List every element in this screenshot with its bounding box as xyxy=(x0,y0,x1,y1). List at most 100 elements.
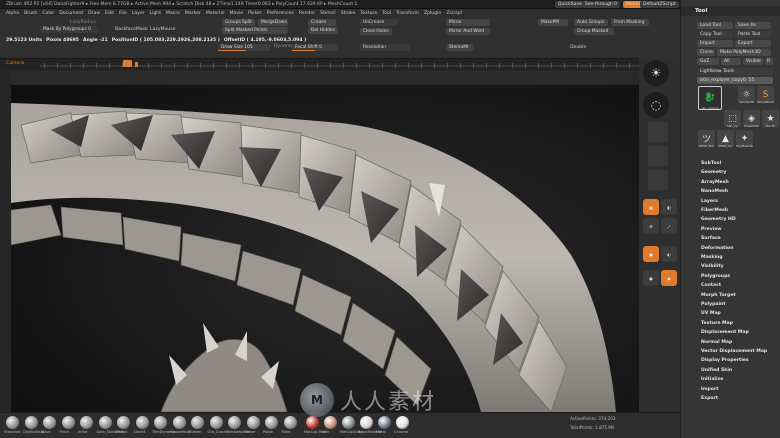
goz-r-button[interactable]: R xyxy=(765,58,773,65)
tool-thumb-pm3d-star[interactable]: ツ PM3D_Star xyxy=(698,130,715,148)
subpalette-item[interactable]: Polypaint xyxy=(701,302,726,307)
brush-icon[interactable] xyxy=(209,416,223,429)
make-polymesh3d-button[interactable]: Make PolyMesh3D xyxy=(717,49,771,56)
subpalette-item[interactable]: Export xyxy=(701,396,718,401)
menu-item[interactable]: Zplugin xyxy=(424,11,441,16)
subpalette-item[interactable]: Texture Map xyxy=(701,321,733,326)
timeline-keyframe[interactable] xyxy=(135,62,138,67)
make-pm-button[interactable]: MakePM xyxy=(538,19,568,26)
close-holes-button[interactable]: Close Holes xyxy=(360,28,392,35)
subpalette-item[interactable]: SubTool xyxy=(701,161,721,166)
tray-slot-icon[interactable] xyxy=(648,170,668,190)
subpalette-item[interactable]: UV Map xyxy=(701,311,721,316)
goz-visible-button[interactable]: Visible xyxy=(743,58,763,65)
tool-thumb-polymesh3d[interactable]: ✦ PolyMesh3D xyxy=(736,130,753,148)
mirror-and-weld-button[interactable]: Mirror And Weld xyxy=(446,28,490,35)
subpalette-item[interactable]: NanoMesh xyxy=(701,189,728,194)
subpalette-item[interactable]: Vector Displacement Map xyxy=(701,349,767,354)
brush-icon[interactable] xyxy=(172,416,186,429)
mirror-button[interactable]: Mirror xyxy=(446,19,490,26)
subpalette-item[interactable]: Unified Skin xyxy=(701,368,732,373)
load-tool-button[interactable]: Load Tool xyxy=(697,22,733,29)
subpalette-item[interactable]: Morph Target xyxy=(701,293,736,298)
menu-item[interactable]: Alpha xyxy=(6,11,19,16)
tool-thumb-erase[interactable]: ◈ EraseTrkfz xyxy=(743,110,760,128)
tool-palette-header[interactable]: Tool xyxy=(681,6,780,16)
subpalette-item[interactable]: Surface xyxy=(701,236,721,241)
subpalette-item[interactable]: Contact xyxy=(701,283,721,288)
menu-item[interactable]: Movie xyxy=(229,11,243,16)
tool-thumb-cylinder[interactable]: ☼ Cylinder3D xyxy=(738,86,755,104)
merge-down-button[interactable]: MergeDown xyxy=(258,19,288,26)
split-masked-points-button[interactable]: Split Masked Points xyxy=(222,27,288,34)
subpalette-item[interactable]: Geometry xyxy=(701,170,726,175)
stereo-button[interactable]: StereoMI xyxy=(446,44,474,51)
brush-icon[interactable] xyxy=(98,416,112,429)
menu-item[interactable]: Light xyxy=(150,11,161,16)
default-script-button[interactable]: DefaultZScript xyxy=(640,1,679,8)
subpalette-item[interactable]: Deformation xyxy=(701,246,733,251)
mask-by-polygroups-slider[interactable]: Mask By Polygroups 0 xyxy=(40,26,98,33)
brush-icon[interactable] xyxy=(228,416,241,429)
menu-item[interactable]: Stroke xyxy=(341,11,356,16)
menu-item[interactable]: Layer xyxy=(132,11,145,16)
menu-item[interactable]: Document xyxy=(59,11,83,16)
tray-slot-icon[interactable] xyxy=(648,146,668,166)
menu-item[interactable]: Preferences xyxy=(267,11,294,16)
seethrough-slider[interactable]: See-through 0 xyxy=(582,1,620,8)
menu-item[interactable]: Transform xyxy=(396,11,419,16)
brush-icon[interactable] xyxy=(135,416,149,429)
groups-split-button[interactable]: Groups Split xyxy=(222,19,255,26)
brush-icon[interactable] xyxy=(80,416,93,429)
scale-icon[interactable]: ⤢ xyxy=(661,218,677,234)
timeline-marker[interactable] xyxy=(123,60,132,67)
brush-icon[interactable] xyxy=(117,416,130,429)
crease-button[interactable]: Crease xyxy=(308,19,336,26)
menu-item[interactable]: Zscript xyxy=(446,11,462,16)
subpalette-item[interactable]: ArrayMesh xyxy=(701,180,729,185)
subpalette-item[interactable]: Geometry HD xyxy=(701,217,736,222)
subpalette-item[interactable]: Initialize xyxy=(701,377,723,382)
transparency-icon[interactable]: ◐ xyxy=(661,246,677,262)
brush-icon[interactable] xyxy=(154,416,167,429)
tool-thumb-simplebrush[interactable]: S SimpleBrush xyxy=(757,86,774,104)
subpalette-item[interactable]: Masking xyxy=(701,255,723,260)
draw-size-slider[interactable]: Draw Size 105 xyxy=(218,44,270,51)
menu-item[interactable]: Marker xyxy=(185,11,201,16)
menu-item[interactable]: Draw xyxy=(88,11,100,16)
subpalette-item[interactable]: Displacement Map xyxy=(701,330,749,335)
timeline-track[interactable] xyxy=(40,65,660,67)
menu-item[interactable]: Stencil xyxy=(320,11,336,16)
focal-shift-slider[interactable]: Focal Shift 0 xyxy=(292,44,338,51)
tool-thumb-skin-explorer[interactable]: 🐉 skin_explore xyxy=(698,86,722,110)
current-tool-name[interactable]: skin_explorer_copy0. 55 xyxy=(697,77,773,84)
rotate-orientation-icon[interactable]: ☀ xyxy=(643,60,669,86)
uncrease-button[interactable]: UnCrease xyxy=(360,19,398,26)
auto-groups-button[interactable]: Auto Groups xyxy=(574,19,608,26)
menu-item[interactable]: Picker xyxy=(248,11,262,16)
brush-icon[interactable] xyxy=(246,416,260,429)
subpalette-item[interactable]: Polygroups xyxy=(701,274,730,279)
tool-thumb-sphere[interactable]: ⬚ Sph_Cyl xyxy=(724,110,741,128)
quicksave-button[interactable]: QuickSave xyxy=(555,1,585,8)
canvas-viewport[interactable] xyxy=(11,85,639,412)
subpalette-item[interactable]: Visibility xyxy=(701,264,724,269)
backface-mask-toggle[interactable]: BackfaceMask xyxy=(115,27,148,33)
tool-thumb-pm3d-cyl[interactable]: ▲ PM3D_Cyl xyxy=(717,130,734,148)
zoom-dial-icon[interactable]: ◌ xyxy=(643,92,669,118)
local-symmetry-icon[interactable]: ◧ xyxy=(661,199,677,215)
goz-all-button[interactable]: All xyxy=(721,58,741,65)
menu-item[interactable]: Edit xyxy=(105,11,114,16)
from-masking-button[interactable]: From Masking xyxy=(611,19,649,26)
menu-item[interactable]: Render xyxy=(299,11,315,16)
double-toggle[interactable]: Double xyxy=(570,45,586,51)
subpalette-item[interactable]: Preview xyxy=(701,227,722,232)
brush-icon[interactable] xyxy=(191,416,204,429)
menu-item[interactable]: Brush xyxy=(24,11,37,16)
resolution-slider[interactable]: Resolution xyxy=(360,44,410,51)
lazy-mouse-toggle[interactable]: LazyMouse xyxy=(150,27,175,33)
solo-icon[interactable]: ● xyxy=(643,270,659,286)
tool-thumb-star[interactable]: ★ Star3D xyxy=(762,110,779,128)
menu-item[interactable]: Macro xyxy=(166,11,180,16)
subpalette-item[interactable]: FiberMesh xyxy=(701,208,728,213)
